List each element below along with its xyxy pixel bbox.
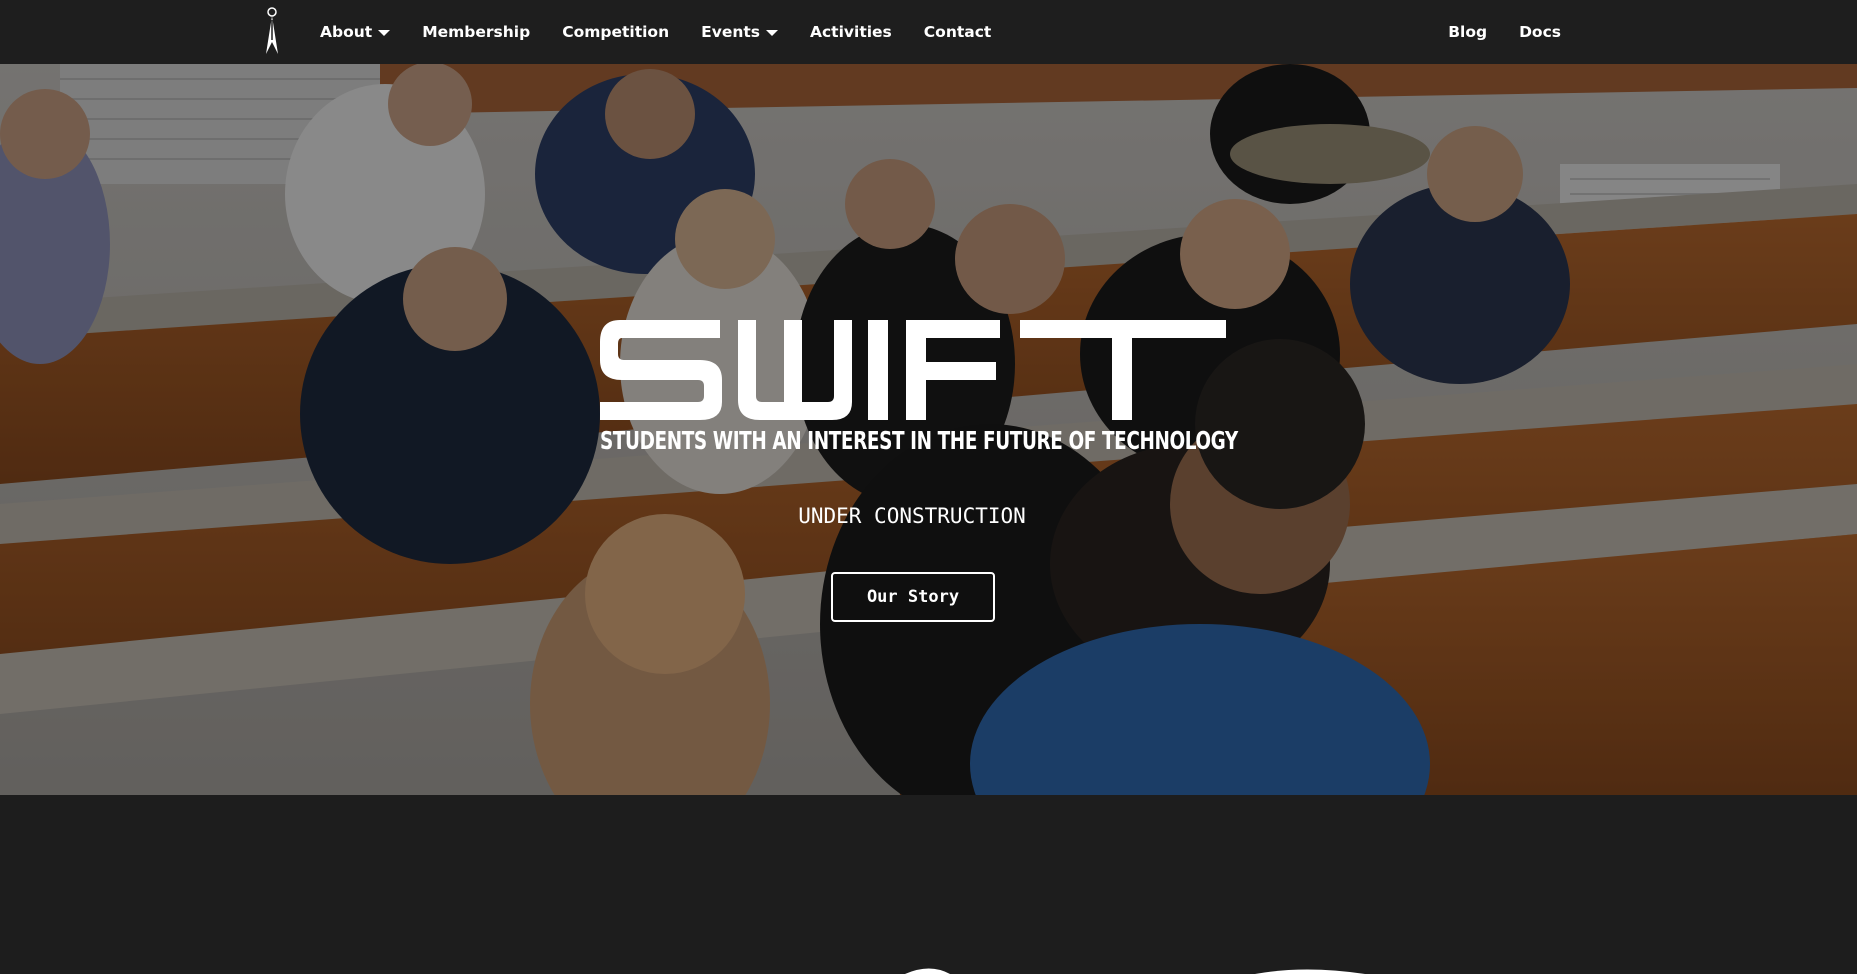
- chevron-down-icon: [766, 30, 778, 36]
- nav-item-membership[interactable]: Membership: [406, 23, 546, 41]
- lower-section-shapes: [905, 968, 1365, 974]
- nav-label: Events: [701, 23, 760, 41]
- nav-label: Contact: [923, 23, 992, 41]
- nav-item-activities[interactable]: Activities: [794, 23, 908, 41]
- site-logo-icon[interactable]: [262, 6, 282, 56]
- nav-primary: About Membership Competition Events Acti…: [304, 0, 1007, 64]
- nav-item-about[interactable]: About: [304, 23, 406, 41]
- nav-label: Docs: [1519, 23, 1561, 41]
- nav-label: About: [320, 23, 373, 41]
- nav-item-events[interactable]: Events: [685, 23, 794, 41]
- nav-secondary: Blog Docs: [1432, 0, 1577, 64]
- nav-item-contact[interactable]: Contact: [908, 23, 1008, 41]
- chevron-down-icon: [378, 30, 391, 36]
- our-story-button[interactable]: Our Story: [831, 572, 995, 622]
- swift-logo-wordmark: [600, 320, 1226, 420]
- hero-status-text: UNDER CONSTRUCTION: [798, 504, 1026, 528]
- lower-section: [0, 795, 1857, 974]
- nav-label: Membership: [422, 23, 531, 41]
- nav-item-blog[interactable]: Blog: [1432, 23, 1503, 41]
- nav-item-docs[interactable]: Docs: [1503, 23, 1577, 41]
- nav-item-competition[interactable]: Competition: [546, 23, 685, 41]
- hero-tagline: STUDENTS WITH AN INTEREST IN THE FUTURE …: [600, 426, 1238, 455]
- nav-label: Competition: [562, 23, 670, 41]
- hero-section: STUDENTS WITH AN INTEREST IN THE FUTURE …: [0, 64, 1857, 795]
- nav-label: Activities: [810, 23, 892, 41]
- nav-label: Blog: [1448, 23, 1488, 41]
- top-navbar: About Membership Competition Events Acti…: [0, 0, 1857, 64]
